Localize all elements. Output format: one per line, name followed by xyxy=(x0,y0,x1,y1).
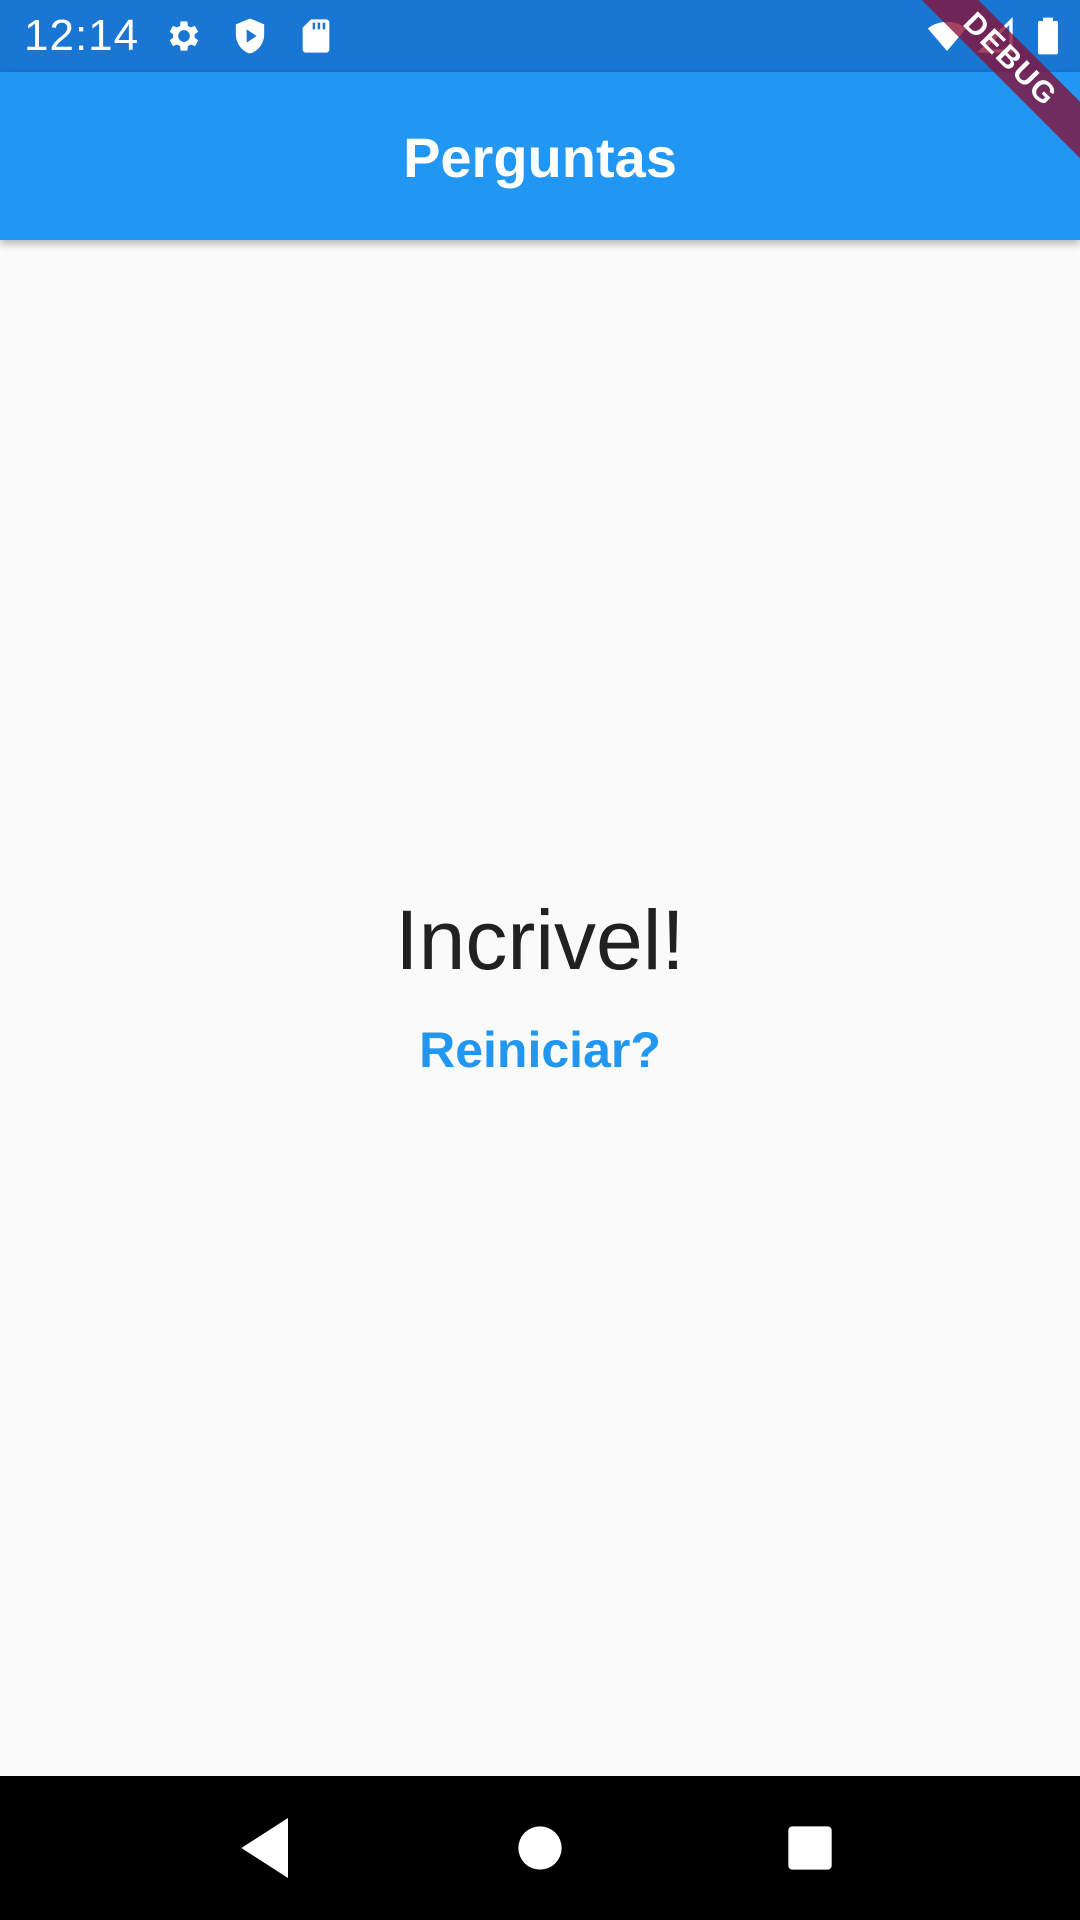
status-bar: 12:14 xyxy=(0,0,1080,72)
home-icon[interactable] xyxy=(500,1808,580,1888)
app-title: Perguntas xyxy=(403,126,677,189)
sd-card-icon xyxy=(296,16,336,56)
cell-signal-icon xyxy=(976,16,1016,56)
status-time: 12:14 xyxy=(24,11,140,60)
result-content: Incrivel! Reiniciar? xyxy=(0,240,1080,1776)
navigation-bar xyxy=(0,1776,1080,1920)
gear-icon xyxy=(164,16,204,56)
screen: 12:14 Perguntas DEBUG Incrivel! Reinicia… xyxy=(0,0,1080,1920)
restart-button[interactable]: Reiniciar? xyxy=(390,1010,690,1090)
battery-icon xyxy=(1028,16,1068,56)
app-bar: Perguntas xyxy=(0,72,1080,240)
shield-play-icon xyxy=(230,16,270,56)
wifi-icon xyxy=(924,16,970,56)
back-icon[interactable] xyxy=(228,1808,308,1888)
result-message: Incrivel! xyxy=(395,893,685,987)
recents-icon[interactable] xyxy=(770,1808,850,1888)
